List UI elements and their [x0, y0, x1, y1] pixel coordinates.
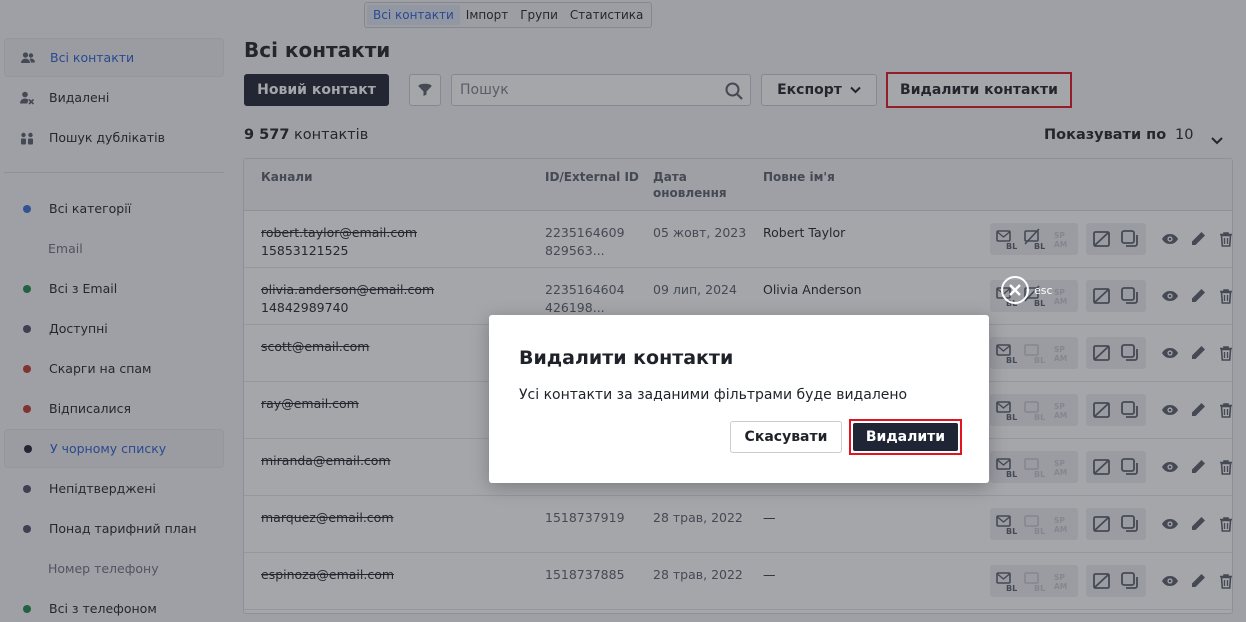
esc-label: esc [1034, 283, 1053, 297]
confirm-delete-label: Видалити [853, 423, 958, 451]
confirm-delete-button[interactable]: Видалити [849, 419, 962, 455]
dialog-message: Усі контакти за заданими фільтрами буде … [519, 387, 908, 403]
close-icon [1001, 276, 1029, 304]
delete-contacts-dialog: Видалити контакти Усі контакти за задани… [489, 315, 989, 483]
dialog-title: Видалити контакти [519, 347, 734, 369]
cancel-button[interactable]: Скасувати [730, 421, 842, 453]
modal-backdrop[interactable] [0, 0, 1246, 622]
close-overlay-button[interactable]: esc [1001, 276, 1053, 304]
